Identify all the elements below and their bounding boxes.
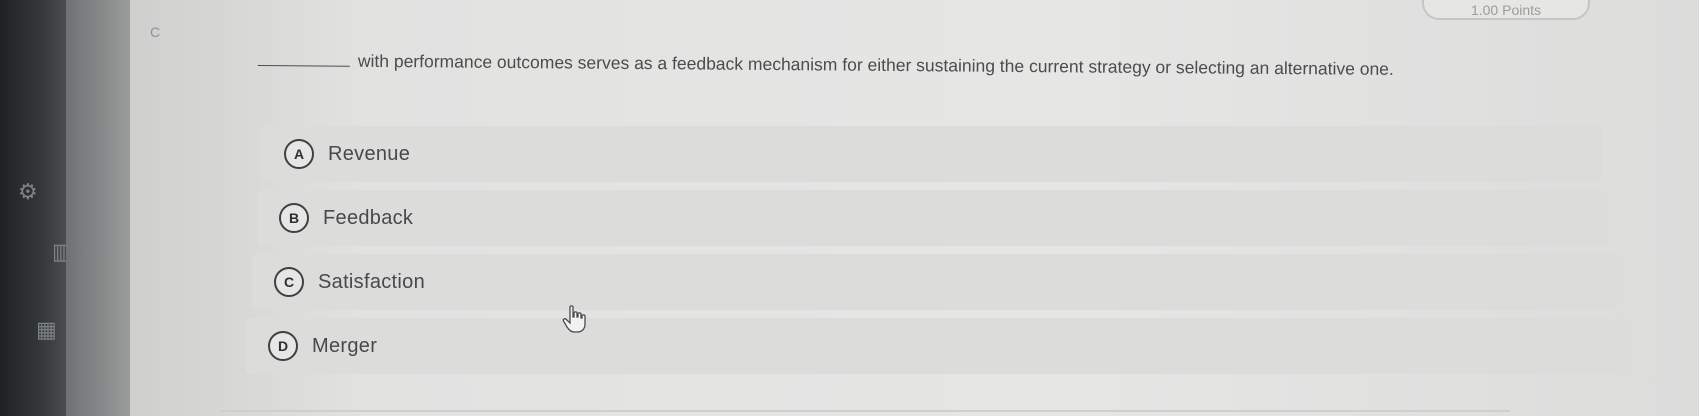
answer-blank <box>257 64 350 67</box>
option-a-label: Revenue <box>328 142 411 165</box>
points-badge: 1.00 Points <box>1422 0 1590 20</box>
app-icon: ⚙ <box>18 180 38 205</box>
divider <box>220 410 1510 412</box>
option-d-label: Merger <box>312 334 378 357</box>
option-b-letter: B <box>279 203 309 233</box>
hand-cursor-icon <box>562 305 586 333</box>
option-c-label: Satisfaction <box>318 270 425 293</box>
option-d[interactable]: D Merger <box>246 318 1628 374</box>
calendar-icon: ▦ <box>36 318 57 343</box>
side-mark: C <box>150 24 161 40</box>
left-panel <box>66 0 130 416</box>
option-b[interactable]: B Feedback <box>257 190 1607 246</box>
option-d-letter: D <box>268 331 298 361</box>
option-c[interactable]: C Satisfaction <box>252 254 1618 310</box>
option-a[interactable]: A Revenue <box>262 126 1602 182</box>
left-dark-strip: ⚙ ▥ ▦ <box>0 0 73 416</box>
option-a-letter: A <box>284 139 314 169</box>
option-b-label: Feedback <box>323 206 414 229</box>
option-c-letter: C <box>274 267 304 297</box>
